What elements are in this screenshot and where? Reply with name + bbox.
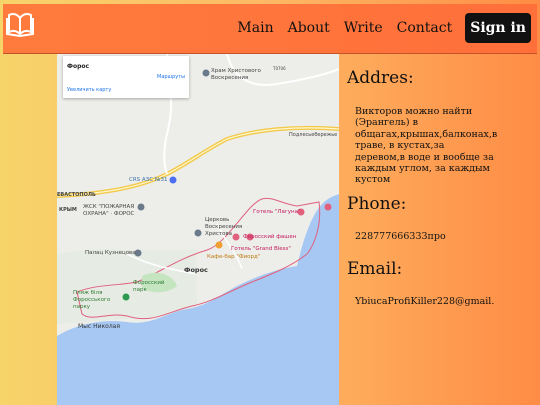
- open-book-icon[interactable]: [5, 10, 35, 38]
- map-label-temple: Храм Христового Воскресения: [211, 68, 261, 81]
- phone-text: 228777666333про: [355, 231, 446, 242]
- temple-pin[interactable]: [202, 69, 210, 77]
- map-label-m: Т0706: [273, 66, 286, 71]
- nav-main[interactable]: Main: [230, 20, 280, 36]
- map-label-laguna: Готель "Лагуна": [253, 209, 301, 215]
- extra-pin[interactable]: [324, 203, 332, 211]
- address-heading: Addres:: [347, 68, 414, 88]
- email-text: YbiucaProfiKiller228@gmail.: [355, 296, 495, 307]
- nav-write[interactable]: Write: [337, 20, 390, 36]
- map-label-cafe: Кафе-бар "Фиорд": [207, 254, 261, 260]
- route-link[interactable]: Маршруты: [157, 74, 185, 80]
- map-label-park: Форосский парк: [133, 280, 165, 293]
- email-heading: Email:: [347, 259, 403, 279]
- church-pin[interactable]: [194, 229, 202, 237]
- map-label-fashion: Форосский фашен: [243, 234, 297, 240]
- main-nav: Main About Write Contact Sign in: [230, 13, 531, 43]
- map-label-cape: Мыс Николая: [78, 323, 120, 330]
- address-text: Викторов можно найти (Эрангель) в общага…: [355, 106, 498, 186]
- map-info-card: Форос Маршруты Увеличить карту: [63, 56, 189, 98]
- map-label-beach: Пляж біля Форосського парку: [73, 290, 111, 310]
- map-label-grand: Готель "Grand Bless": [231, 246, 291, 252]
- nav-contact[interactable]: Contact: [390, 20, 460, 36]
- map-canvas[interactable]: [57, 54, 339, 405]
- map-label-gas: CRS АЗС №31: [129, 177, 168, 183]
- map-label-sevastopol: ЕВАСТОПОЛЬ: [57, 192, 96, 198]
- beach-pin[interactable]: [122, 293, 130, 301]
- map-place-title: Форос: [67, 63, 90, 70]
- enlarge-map-link[interactable]: Увеличить карту: [67, 87, 111, 93]
- map-label-foros: Форос: [184, 266, 208, 274]
- nav-about[interactable]: About: [281, 20, 337, 36]
- map-label-fire: ЖСК "ПОЖАРНАЯ ОХРАНА" · ФОРОС: [83, 204, 135, 217]
- header-bar: Main About Write Contact Sign in: [3, 4, 537, 54]
- cafe-pin[interactable]: [215, 241, 223, 249]
- embedded-map[interactable]: Форос Маршруты Увеличить карту Храм Хрис…: [57, 54, 339, 405]
- gas-pin[interactable]: [169, 176, 177, 184]
- phone-heading: Phone:: [347, 194, 407, 214]
- map-label-palace: Палац Кузнецова: [85, 250, 136, 256]
- map-label-krym: КРЫМ: [59, 207, 77, 213]
- signin-button[interactable]: Sign in: [465, 13, 531, 43]
- map-label-road: Подлесьебережье: [289, 132, 338, 138]
